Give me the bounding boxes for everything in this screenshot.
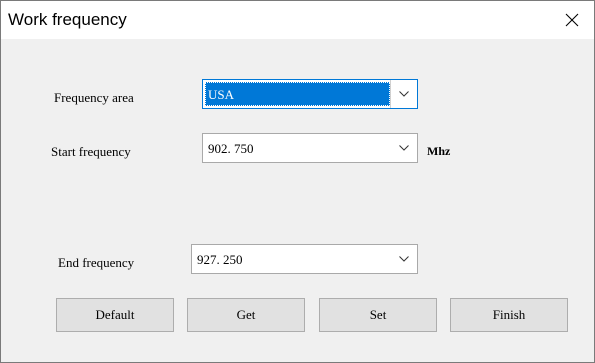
frequency-unit-label: Mhz	[427, 144, 451, 158]
chevron-down-icon	[399, 91, 409, 97]
finish-button[interactable]: Finish	[450, 298, 568, 332]
end-frequency-select[interactable]: 927. 250	[191, 244, 418, 274]
start-frequency-dropdown-button[interactable]	[391, 134, 417, 162]
frequency-area-dropdown-button[interactable]	[390, 80, 417, 108]
chevron-down-icon	[399, 145, 409, 151]
window-title: Work frequency	[8, 10, 127, 29]
close-button[interactable]	[550, 1, 594, 39]
frequency-area-select[interactable]: USA	[202, 79, 418, 109]
end-frequency-label: End frequency	[58, 255, 135, 270]
frequency-area-label: Frequency area	[54, 90, 134, 105]
chevron-down-icon	[399, 256, 409, 262]
set-button[interactable]: Set	[319, 298, 437, 332]
title-bar: Work frequency	[1, 1, 594, 39]
default-button[interactable]: Default	[56, 298, 174, 332]
close-icon	[565, 13, 579, 27]
end-frequency-dropdown-button[interactable]	[391, 245, 417, 273]
get-button[interactable]: Get	[187, 298, 305, 332]
start-frequency-label: Start frequency	[51, 144, 131, 159]
frequency-area-value: USA	[208, 87, 235, 102]
work-frequency-dialog: Work frequency Frequency area USA Start …	[0, 0, 595, 363]
start-frequency-select[interactable]: 902. 750	[202, 133, 418, 163]
start-frequency-value: 902. 750	[208, 141, 254, 156]
end-frequency-value: 927. 250	[197, 252, 243, 267]
